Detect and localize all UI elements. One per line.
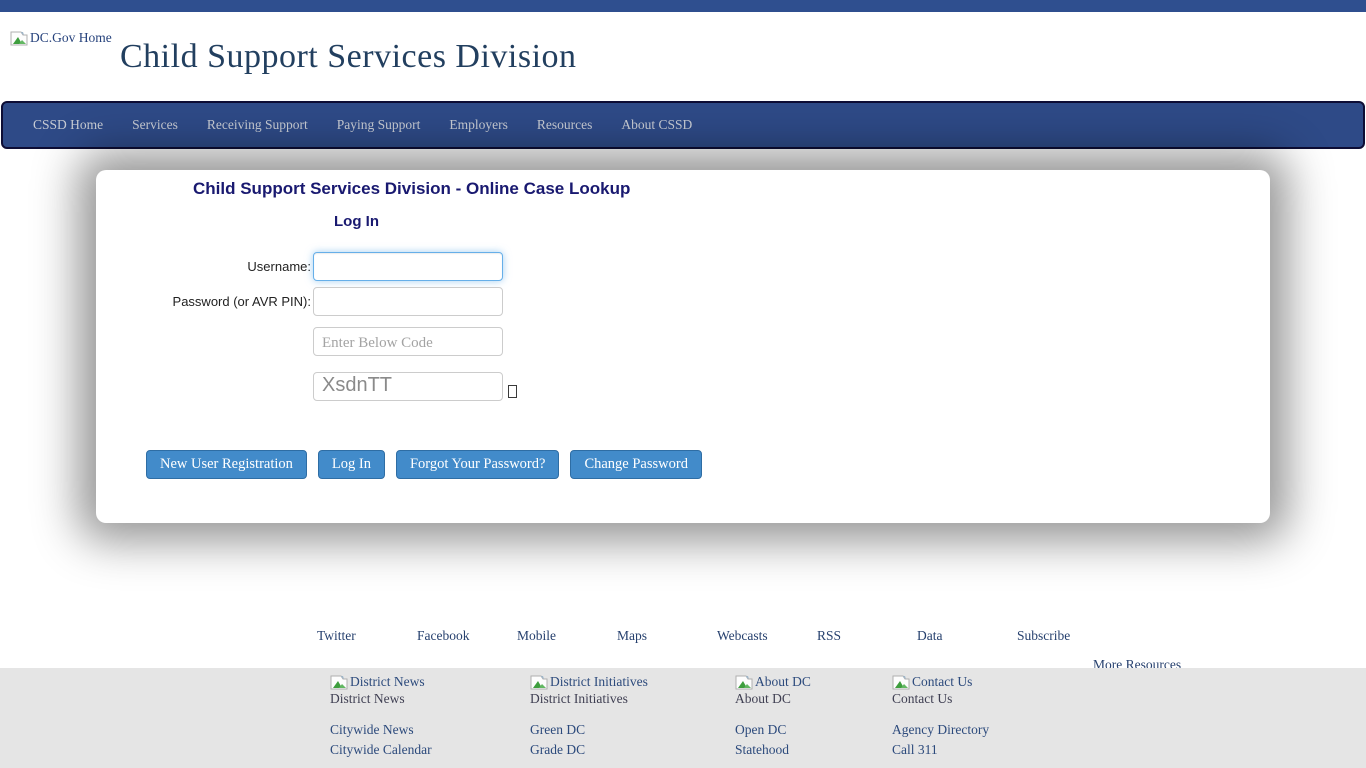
footer-link-open-dc[interactable]: Open DC xyxy=(735,720,811,740)
footer-link-citywide-calendar[interactable]: Citywide Calendar xyxy=(330,740,432,760)
district-news-image-alt: District News xyxy=(350,674,425,690)
password-input[interactable] xyxy=(313,287,503,316)
district-initiatives-image-alt: District Initiatives xyxy=(550,674,648,690)
about-dc-image-alt: About DC xyxy=(755,674,811,690)
card-title: Child Support Services Division - Online… xyxy=(193,179,630,199)
nav-item-about-cssd[interactable]: About CSSD xyxy=(621,117,692,133)
nav-item-cssd-home[interactable]: CSSD Home xyxy=(33,117,103,133)
nav-item-services[interactable]: Services xyxy=(132,117,178,133)
login-card: Child Support Services Division - Online… xyxy=(96,170,1270,523)
social-link-rss[interactable]: RSS xyxy=(817,628,917,644)
contact-us-image-alt: Contact Us xyxy=(912,674,972,690)
social-link-mobile[interactable]: Mobile xyxy=(517,628,617,644)
page-title: Child Support Services Division xyxy=(120,38,577,76)
change-password-button[interactable]: Change Password xyxy=(570,450,702,479)
about-dc-image-link[interactable]: About DC xyxy=(735,674,811,690)
footer-links: Citywide News Citywide Calendar xyxy=(330,720,432,760)
footer-links: Green DC Grade DC xyxy=(530,720,648,760)
footer-link-call-311[interactable]: Call 311 xyxy=(892,740,989,760)
dcgov-home-link[interactable]: DC.Gov Home xyxy=(10,30,112,46)
broken-image-icon xyxy=(530,675,548,690)
username-input[interactable] xyxy=(313,252,503,281)
dcgov-home-label: DC.Gov Home xyxy=(30,30,112,46)
footer-link-statehood[interactable]: Statehood xyxy=(735,740,811,760)
main-navbar: CSSD Home Services Receiving Support Pay… xyxy=(1,101,1365,149)
social-link-twitter[interactable]: Twitter xyxy=(317,628,417,644)
social-link-webcasts[interactable]: Webcasts xyxy=(717,628,817,644)
social-link-facebook[interactable]: Facebook xyxy=(417,628,517,644)
username-label: Username: xyxy=(96,259,311,274)
nav-item-receiving-support[interactable]: Receiving Support xyxy=(207,117,308,133)
log-in-button[interactable]: Log In xyxy=(318,450,385,479)
footer-links: Open DC Statehood xyxy=(735,720,811,760)
footer-column-district-news: District News District News Citywide New… xyxy=(330,674,432,760)
footer: District News District News Citywide New… xyxy=(0,668,1366,768)
footer-link-green-dc[interactable]: Green DC xyxy=(530,720,648,740)
footer-links: Agency Directory Call 311 xyxy=(892,720,989,760)
button-row: New User Registration Log In Forgot Your… xyxy=(146,450,702,479)
nav-item-employers[interactable]: Employers xyxy=(449,117,508,133)
captcha-display[interactable] xyxy=(313,372,503,401)
footer-link-citywide-news[interactable]: Citywide News xyxy=(330,720,432,740)
broken-image-icon xyxy=(330,675,348,690)
new-user-registration-button[interactable]: New User Registration xyxy=(146,450,307,479)
password-label: Password (or AVR PIN): xyxy=(96,294,311,309)
broken-image-icon xyxy=(10,31,28,46)
district-initiatives-image-link[interactable]: District Initiatives xyxy=(530,674,648,690)
footer-link-agency-directory[interactable]: Agency Directory xyxy=(892,720,989,740)
page: DC.Gov Home Child Support Services Divis… xyxy=(0,0,1366,768)
footer-heading-district-initiatives[interactable]: District Initiatives xyxy=(530,691,628,706)
social-link-maps[interactable]: Maps xyxy=(617,628,717,644)
broken-image-icon xyxy=(735,675,753,690)
social-links-row: Twitter Facebook Mobile Maps Webcasts RS… xyxy=(317,628,1117,644)
district-news-image-link[interactable]: District News xyxy=(330,674,432,690)
broken-image-icon xyxy=(892,675,910,690)
social-link-data[interactable]: Data xyxy=(917,628,1017,644)
footer-column-district-initiatives: District Initiatives District Initiative… xyxy=(530,674,648,760)
nav-item-paying-support[interactable]: Paying Support xyxy=(337,117,421,133)
footer-column-about-dc: About DC About DC Open DC Statehood xyxy=(735,674,811,760)
footer-heading-about-dc[interactable]: About DC xyxy=(735,691,791,706)
captcha-refresh-broken-glyph xyxy=(508,385,517,398)
footer-heading-contact-us[interactable]: Contact Us xyxy=(892,691,952,706)
footer-link-grade-dc[interactable]: Grade DC xyxy=(530,740,648,760)
contact-us-image-link[interactable]: Contact Us xyxy=(892,674,989,690)
forgot-password-button[interactable]: Forgot Your Password? xyxy=(396,450,560,479)
footer-column-contact-us: Contact Us Contact Us Agency Directory C… xyxy=(892,674,989,760)
footer-heading-district-news[interactable]: District News xyxy=(330,691,405,706)
social-link-subscribe[interactable]: Subscribe xyxy=(1017,628,1117,644)
login-heading: Log In xyxy=(334,213,379,230)
top-accent-bar xyxy=(0,0,1366,12)
nav-item-resources[interactable]: Resources xyxy=(537,117,592,133)
captcha-code-input[interactable] xyxy=(313,327,503,356)
